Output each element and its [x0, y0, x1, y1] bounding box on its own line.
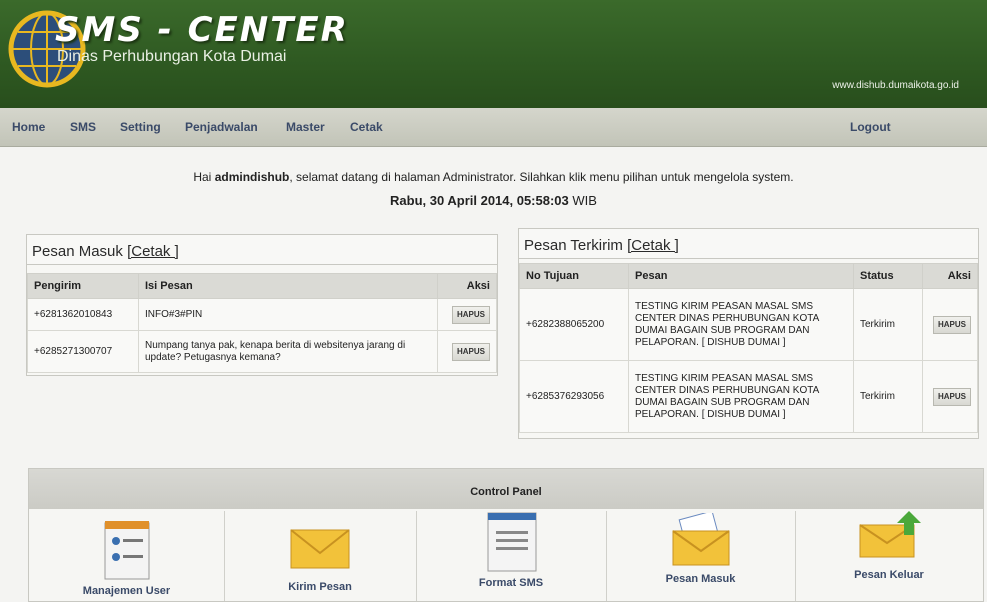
cp-manajemen-user[interactable]: Manajemen User [29, 511, 225, 601]
user-list-icon [104, 521, 150, 580]
col-pengirim: Pengirim [27, 273, 139, 299]
outbox-header-row: No Tujuan Pesan Status Aksi [519, 263, 978, 289]
envelope-icon [290, 529, 350, 569]
col-no-tujuan: No Tujuan [519, 263, 629, 289]
control-panel: Control Panel Manajemen User Kirim Pesan… [28, 468, 984, 602]
delete-button[interactable]: HAPUS [451, 305, 490, 324]
timezone: WIB [568, 193, 597, 208]
outbox-print-link[interactable]: [Cetak ] [627, 237, 679, 254]
main-navbar: Home SMS Setting Penjadwalan Master Ceta… [0, 108, 987, 147]
nav-setting[interactable]: Setting [120, 120, 161, 134]
app-subtitle: Dinas Perhubungan Kota Dumai [57, 48, 287, 65]
message-cell: INFO#3#PIN [138, 298, 438, 331]
outbox-panel-title: Pesan Terkirim [Cetak ] [519, 229, 978, 259]
status-cell: Terkirim [853, 288, 923, 361]
nav-cetak[interactable]: Cetak [350, 120, 383, 134]
nav-master[interactable]: Master [286, 120, 325, 134]
cp-kirim-pesan[interactable]: Kirim Pesan [224, 511, 417, 601]
nav-home[interactable]: Home [12, 120, 45, 134]
site-url: www.dishub.dumaikota.go.id [832, 80, 959, 91]
delete-button[interactable]: HAPUS [932, 315, 971, 334]
delete-button[interactable]: HAPUS [932, 387, 971, 406]
inbox-title: Pesan Masuk [32, 243, 123, 260]
control-panel-title: Control Panel [29, 469, 983, 509]
table-row: +6282388065200 TESTING KIRIM PEASAN MASA… [519, 288, 978, 361]
inbox-print-link[interactable]: [Cetak ] [127, 243, 179, 260]
cp-pesan-keluar[interactable]: Pesan Keluar [795, 511, 983, 601]
welcome-message: Hai admindishub, selamat datang di halam… [0, 170, 987, 184]
col-status: Status [853, 263, 923, 289]
col-aksi: Aksi [922, 263, 978, 289]
delete-button[interactable]: HAPUS [451, 342, 490, 361]
sender-cell: +6285271300707 [27, 330, 139, 373]
sender-cell: +6281362010843 [27, 298, 139, 331]
nav-sms[interactable]: SMS [70, 120, 96, 134]
inbox-panel-title: Pesan Masuk [Cetak ] [27, 235, 497, 265]
message-cell: TESTING KIRIM PEASAN MASAL SMS CENTER DI… [628, 360, 854, 433]
cp-label: Manajemen User [82, 585, 171, 597]
username: admindishub [214, 170, 290, 184]
cp-label: Pesan Keluar [854, 569, 924, 581]
table-row: +6281362010843 INFO#3#PIN HAPUS [27, 298, 497, 331]
app-header: SMS - CENTER Dinas Perhubungan Kota Duma… [0, 0, 987, 108]
outbox-table: No Tujuan Pesan Status Aksi +62823880652… [519, 263, 978, 433]
message-cell: TESTING KIRIM PEASAN MASAL SMS CENTER DI… [628, 288, 854, 361]
col-isi-pesan: Isi Pesan [138, 273, 438, 299]
inbox-header-row: Pengirim Isi Pesan Aksi [27, 273, 497, 299]
cp-label: Format SMS [478, 577, 544, 589]
outbox-panel: Pesan Terkirim [Cetak ] No Tujuan Pesan … [518, 228, 979, 439]
greeting-prefix: Hai [193, 170, 215, 184]
nav-penjadwalan[interactable]: Penjadwalan [185, 120, 258, 134]
cp-label: Pesan Masuk [665, 573, 736, 585]
outbox-title: Pesan Terkirim [524, 237, 623, 254]
recipient-cell: +6285376293056 [519, 360, 629, 433]
recipient-cell: +6282388065200 [519, 288, 629, 361]
cp-pesan-masuk[interactable]: Pesan Masuk [606, 511, 796, 601]
cp-format-sms[interactable]: Format SMS [416, 511, 607, 601]
open-envelope-icon [672, 513, 730, 566]
logout-link[interactable]: Logout [850, 120, 891, 134]
table-row: +6285271300707 Numpang tanya pak, kenapa… [27, 330, 497, 373]
document-icon [487, 512, 537, 572]
outgoing-envelope-icon [859, 511, 921, 558]
table-row: +6285376293056 TESTING KIRIM PEASAN MASA… [519, 360, 978, 433]
col-pesan: Pesan [628, 263, 854, 289]
status-cell: Terkirim [853, 360, 923, 433]
message-cell: Numpang tanya pak, kenapa berita di webs… [138, 330, 438, 373]
app-title: SMS - CENTER [55, 10, 349, 50]
inbox-table: Pengirim Isi Pesan Aksi +6281362010843 I… [27, 273, 497, 373]
cp-label: Kirim Pesan [288, 581, 352, 593]
greeting-suffix: , selamat datang di halaman Administrato… [289, 170, 794, 184]
current-datetime: Rabu, 30 April 2014, 05:58:03 WIB [0, 193, 987, 208]
inbox-panel: Pesan Masuk [Cetak ] Pengirim Isi Pesan … [26, 234, 498, 376]
current-date: Rabu, 30 April 2014, 05:58:03 [390, 193, 569, 208]
col-aksi: Aksi [437, 273, 497, 299]
